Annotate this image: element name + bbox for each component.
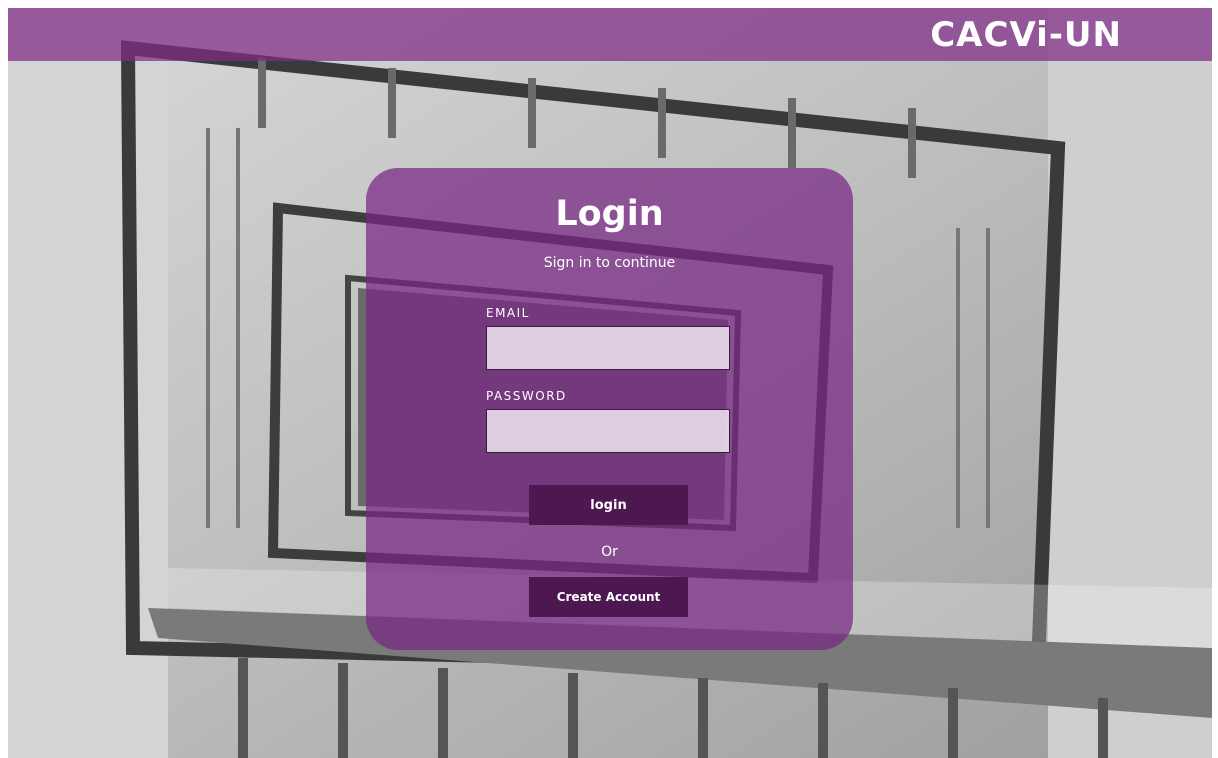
header-bar: CACVi-UN — [8, 8, 1212, 61]
login-card: Login Sign in to continue EMAIL PASSWORD… — [366, 168, 853, 650]
email-label: EMAIL — [486, 306, 530, 320]
or-separator: Or — [601, 544, 618, 560]
brand-logo-text: CACVi-UN — [930, 15, 1122, 55]
create-account-button[interactable]: Create Account — [529, 577, 688, 617]
login-button[interactable]: login — [529, 485, 688, 525]
login-title: Login — [555, 194, 664, 234]
password-label: PASSWORD — [486, 389, 567, 403]
password-field[interactable] — [486, 409, 730, 453]
email-field[interactable] — [486, 326, 730, 370]
login-subtitle: Sign in to continue — [543, 255, 676, 271]
app-viewport: CACVi-UN Login Sign in to continue EMAIL… — [8, 8, 1212, 758]
